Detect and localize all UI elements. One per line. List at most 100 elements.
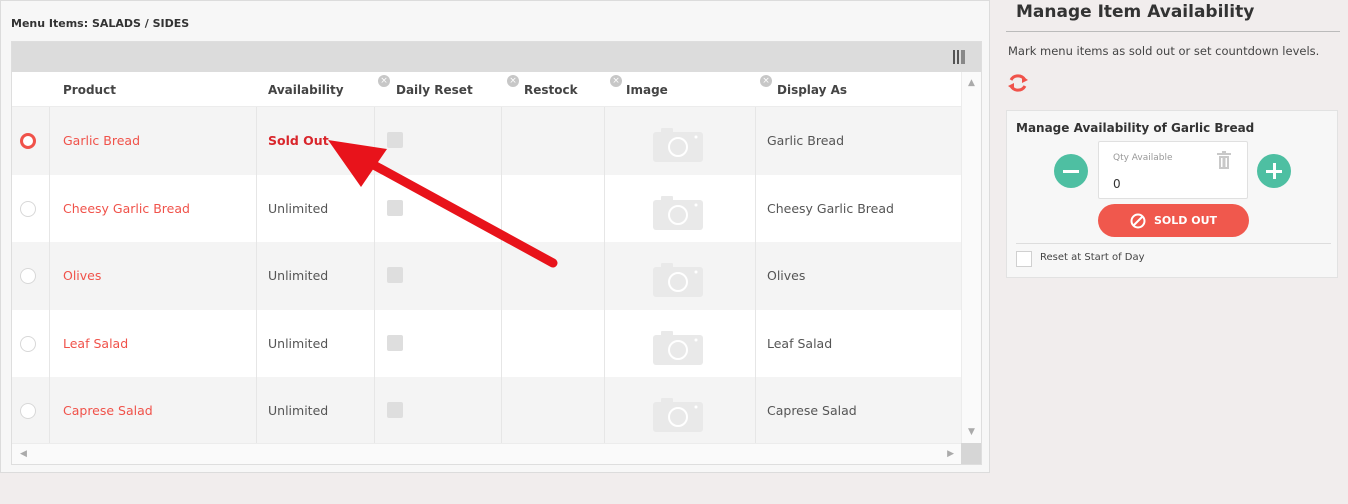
ban-icon — [1130, 213, 1146, 228]
row-select-radio[interactable] — [20, 133, 36, 149]
camera-icon[interactable] — [653, 126, 703, 162]
column-divider — [49, 242, 50, 310]
header-product[interactable]: Product — [63, 72, 116, 107]
divider — [1006, 31, 1340, 32]
display-as-value: Olives — [767, 268, 806, 284]
header-display-as[interactable]: Display As — [777, 72, 847, 107]
column-divider — [374, 107, 375, 175]
daily-reset-checkbox[interactable] — [387, 199, 403, 216]
column-divider — [755, 107, 756, 175]
column-divider — [604, 174, 605, 242]
availability-value: Unlimited — [268, 268, 329, 284]
column-divider — [256, 242, 257, 310]
refresh-icon[interactable] — [1006, 71, 1030, 95]
reset-at-start-checkbox[interactable] — [1016, 251, 1032, 267]
table-row[interactable]: Leaf Salad Unlimited Leaf Salad — [12, 309, 962, 378]
product-name[interactable]: Olives — [63, 242, 101, 310]
column-divider — [49, 107, 50, 175]
product-name[interactable]: Cheesy Garlic Bread — [63, 175, 190, 243]
row-select-radio[interactable] — [20, 200, 36, 217]
column-chooser-icon[interactable] — [951, 48, 967, 66]
column-divider — [49, 377, 50, 445]
minus-icon — [1063, 169, 1079, 173]
column-divider — [755, 242, 756, 310]
display-as-value: Leaf Salad — [767, 335, 833, 351]
column-divider — [604, 242, 605, 310]
daily-reset-checkbox[interactable] — [387, 267, 403, 283]
product-name[interactable]: Leaf Salad — [63, 310, 128, 378]
header-image[interactable]: Image — [626, 72, 668, 107]
column-divider — [604, 309, 605, 377]
manage-description: Mark menu items as sold out or set count… — [1008, 44, 1320, 58]
scroll-down-icon[interactable]: ▼ — [968, 427, 975, 437]
column-divider — [501, 242, 502, 310]
grid-header: Product Availability × Daily Reset × Res… — [12, 72, 962, 107]
table-row[interactable]: Olives Unlimited Olives — [12, 242, 962, 310]
row-select-radio[interactable] — [20, 335, 36, 352]
column-divider — [256, 107, 257, 175]
camera-icon[interactable] — [653, 194, 703, 230]
decrease-qty-button[interactable] — [1054, 154, 1088, 188]
column-divider — [604, 107, 605, 175]
product-name[interactable]: Caprese Salad — [63, 377, 153, 445]
availability-value: Unlimited — [268, 403, 329, 419]
column-divider — [256, 174, 257, 242]
card-title: Manage Availability of Garlic Bread — [1016, 121, 1255, 135]
camera-icon[interactable] — [653, 329, 703, 365]
vertical-scrollbar[interactable]: ▲ ▼ — [961, 72, 981, 445]
display-as-value: Caprese Salad — [767, 403, 857, 419]
daily-reset-checkbox[interactable] — [387, 132, 403, 148]
column-divider — [501, 174, 502, 242]
clear-filter-icon[interactable]: × — [760, 75, 772, 87]
availability-card: Manage Availability of Garlic Bread Qty … — [1006, 110, 1338, 278]
product-name[interactable]: Garlic Bread — [63, 107, 140, 175]
display-as-value: Garlic Bread — [767, 133, 845, 149]
qty-label: Qty Available — [1113, 153, 1173, 163]
qty-value[interactable]: 0 — [1113, 177, 1121, 191]
qty-available-field[interactable]: Qty Available 0 — [1098, 141, 1248, 199]
column-divider — [755, 309, 756, 377]
camera-icon[interactable] — [653, 396, 703, 432]
clear-filter-icon[interactable]: × — [507, 75, 519, 87]
menu-title: Menu Items: SALADS / SIDES — [11, 17, 190, 30]
header-availability[interactable]: Availability — [268, 72, 344, 107]
column-divider — [374, 242, 375, 310]
column-divider — [755, 377, 756, 445]
divider — [1016, 243, 1331, 244]
column-divider — [374, 309, 375, 377]
header-daily-reset[interactable]: Daily Reset — [396, 72, 473, 107]
display-as-value: Cheesy Garlic Bread — [767, 200, 894, 216]
column-divider — [374, 174, 375, 242]
daily-reset-checkbox[interactable] — [387, 334, 403, 351]
column-divider — [755, 174, 756, 242]
availability-value: Unlimited — [268, 200, 329, 216]
table-row[interactable]: Caprese Salad Unlimited Caprese Salad — [12, 377, 962, 445]
column-divider — [501, 107, 502, 175]
clear-filter-icon[interactable]: × — [610, 75, 622, 87]
row-select-radio[interactable] — [20, 403, 36, 419]
manage-title: Manage Item Availability — [1016, 2, 1255, 22]
sold-out-label: SOLD OUT — [1153, 214, 1218, 227]
scroll-right-icon[interactable]: ▶ — [947, 449, 954, 459]
table-row[interactable]: Cheesy Garlic Bread Unlimited Cheesy Garli… — [12, 174, 962, 243]
availability-value: Unlimited — [268, 335, 329, 351]
trash-icon[interactable] — [1217, 151, 1231, 169]
menu-items-panel: Menu Items: SALADS / SIDES Product Avail… — [0, 0, 990, 473]
row-select-radio[interactable] — [20, 268, 36, 284]
table-row[interactable]: Garlic Bread Sold Out Garlic Bread — [12, 107, 962, 175]
column-divider — [49, 309, 50, 377]
scroll-corner — [961, 443, 981, 464]
header-restock[interactable]: Restock — [524, 72, 578, 107]
column-divider — [374, 377, 375, 445]
column-divider — [256, 377, 257, 445]
clear-filter-icon[interactable]: × — [378, 75, 390, 87]
sold-out-button[interactable]: SOLD OUT — [1098, 204, 1249, 237]
camera-icon[interactable] — [653, 261, 703, 297]
column-divider — [604, 377, 605, 445]
plus-icon-vertical — [1272, 163, 1276, 179]
scroll-left-icon[interactable]: ◀ — [20, 449, 27, 459]
increase-qty-button[interactable] — [1257, 154, 1291, 188]
daily-reset-checkbox[interactable] — [387, 402, 403, 418]
horizontal-scrollbar[interactable]: ◀ ▶ — [12, 443, 962, 464]
scroll-up-icon[interactable]: ▲ — [968, 78, 975, 88]
